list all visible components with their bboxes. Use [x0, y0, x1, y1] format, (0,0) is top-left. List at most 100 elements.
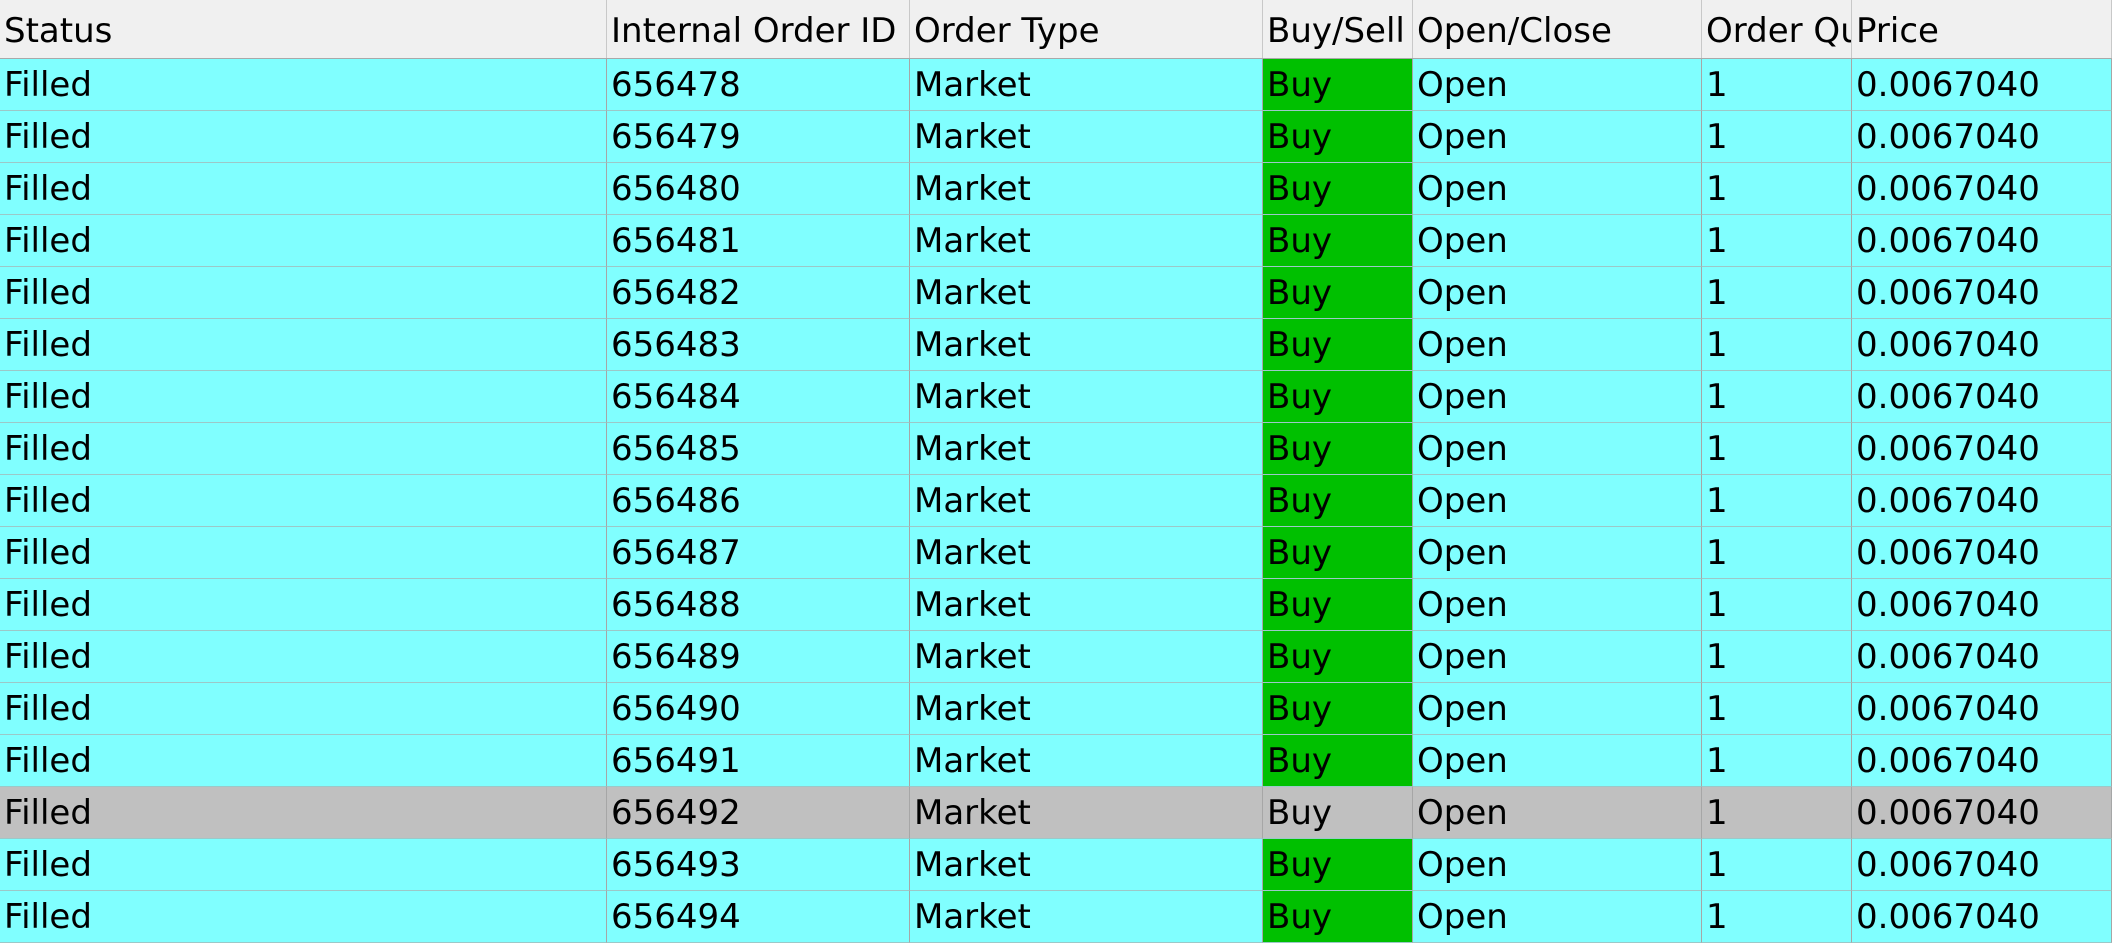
open-close-cell[interactable]: Open	[1413, 163, 1702, 215]
order-type-cell[interactable]: Market	[910, 163, 1263, 215]
price-cell[interactable]: 0.0067040	[1852, 371, 2112, 423]
price-cell[interactable]: 0.0067040	[1852, 839, 2112, 891]
status-cell[interactable]: Filled	[0, 891, 607, 943]
order-id-cell[interactable]: 656479	[607, 111, 910, 163]
order-type-cell[interactable]: Market	[910, 683, 1263, 735]
status-cell[interactable]: Filled	[0, 59, 607, 111]
order-qty-cell[interactable]: 1	[1702, 631, 1852, 683]
open-close-cell[interactable]: Open	[1413, 267, 1702, 319]
order-id-cell[interactable]: 656486	[607, 475, 910, 527]
order-id-cell[interactable]: 656489	[607, 631, 910, 683]
buy-sell-cell[interactable]: Buy	[1263, 631, 1413, 683]
buy-sell-cell[interactable]: Buy	[1263, 59, 1413, 111]
order-type-cell[interactable]: Market	[910, 475, 1263, 527]
status-cell[interactable]: Filled	[0, 683, 607, 735]
buy-sell-cell[interactable]: Buy	[1263, 371, 1413, 423]
order-type-cell[interactable]: Market	[910, 111, 1263, 163]
order-qty-cell[interactable]: 1	[1702, 787, 1852, 839]
open-close-cell[interactable]: Open	[1413, 527, 1702, 579]
order-qty-cell[interactable]: 1	[1702, 527, 1852, 579]
buy-sell-cell[interactable]: Buy	[1263, 267, 1413, 319]
table-row[interactable]: Filled 656482 Market Buy Open 1 0.0067040	[0, 267, 2112, 319]
order-id-cell[interactable]: 656482	[607, 267, 910, 319]
price-cell[interactable]: 0.0067040	[1852, 59, 2112, 111]
order-type-cell[interactable]: Market	[910, 839, 1263, 891]
open-close-cell[interactable]: Open	[1413, 111, 1702, 163]
status-cell[interactable]: Filled	[0, 319, 607, 371]
column-header-order-qty[interactable]: Order Qu	[1702, 0, 1852, 58]
order-qty-cell[interactable]: 1	[1702, 891, 1852, 943]
order-qty-cell[interactable]: 1	[1702, 163, 1852, 215]
table-row[interactable]: Filled 656478 Market Buy Open 1 0.0067040	[0, 59, 2112, 111]
open-close-cell[interactable]: Open	[1413, 423, 1702, 475]
order-type-cell[interactable]: Market	[910, 319, 1263, 371]
open-close-cell[interactable]: Open	[1413, 683, 1702, 735]
order-type-cell[interactable]: Market	[910, 891, 1263, 943]
status-cell[interactable]: Filled	[0, 163, 607, 215]
open-close-cell[interactable]: Open	[1413, 371, 1702, 423]
buy-sell-cell[interactable]: Buy	[1263, 891, 1413, 943]
order-qty-cell[interactable]: 1	[1702, 839, 1852, 891]
price-cell[interactable]: 0.0067040	[1852, 423, 2112, 475]
buy-sell-cell[interactable]: Buy	[1263, 839, 1413, 891]
order-qty-cell[interactable]: 1	[1702, 319, 1852, 371]
price-cell[interactable]: 0.0067040	[1852, 891, 2112, 943]
order-qty-cell[interactable]: 1	[1702, 267, 1852, 319]
buy-sell-cell[interactable]: Buy	[1263, 215, 1413, 267]
order-type-cell[interactable]: Market	[910, 527, 1263, 579]
table-row[interactable]: Filled 656486 Market Buy Open 1 0.0067040	[0, 475, 2112, 527]
order-type-cell[interactable]: Market	[910, 267, 1263, 319]
order-qty-cell[interactable]: 1	[1702, 683, 1852, 735]
open-close-cell[interactable]: Open	[1413, 475, 1702, 527]
column-header-price[interactable]: Price	[1852, 0, 2112, 58]
open-close-cell[interactable]: Open	[1413, 891, 1702, 943]
order-id-cell[interactable]: 656490	[607, 683, 910, 735]
price-cell[interactable]: 0.0067040	[1852, 475, 2112, 527]
column-header-status[interactable]: Status	[0, 0, 607, 58]
order-qty-cell[interactable]: 1	[1702, 579, 1852, 631]
price-cell[interactable]: 0.0067040	[1852, 267, 2112, 319]
status-cell[interactable]: Filled	[0, 111, 607, 163]
order-id-cell[interactable]: 656492	[607, 787, 910, 839]
price-cell[interactable]: 0.0067040	[1852, 631, 2112, 683]
price-cell[interactable]: 0.0067040	[1852, 163, 2112, 215]
table-row[interactable]: Filled 656491 Market Buy Open 1 0.0067040	[0, 735, 2112, 787]
open-close-cell[interactable]: Open	[1413, 839, 1702, 891]
table-row[interactable]: Filled 656484 Market Buy Open 1 0.0067040	[0, 371, 2112, 423]
table-row[interactable]: Filled 656494 Market Buy Open 1 0.0067040	[0, 891, 2112, 943]
open-close-cell[interactable]: Open	[1413, 735, 1702, 787]
open-close-cell[interactable]: Open	[1413, 215, 1702, 267]
buy-sell-cell[interactable]: Buy	[1263, 683, 1413, 735]
price-cell[interactable]: 0.0067040	[1852, 215, 2112, 267]
order-id-cell[interactable]: 656491	[607, 735, 910, 787]
buy-sell-cell[interactable]: Buy	[1263, 787, 1413, 839]
order-qty-cell[interactable]: 1	[1702, 371, 1852, 423]
order-qty-cell[interactable]: 1	[1702, 423, 1852, 475]
table-row[interactable]: Filled 656490 Market Buy Open 1 0.0067040	[0, 683, 2112, 735]
price-cell[interactable]: 0.0067040	[1852, 527, 2112, 579]
status-cell[interactable]: Filled	[0, 579, 607, 631]
buy-sell-cell[interactable]: Buy	[1263, 163, 1413, 215]
table-row[interactable]: Filled 656483 Market Buy Open 1 0.0067040	[0, 319, 2112, 371]
status-cell[interactable]: Filled	[0, 735, 607, 787]
price-cell[interactable]: 0.0067040	[1852, 787, 2112, 839]
order-id-cell[interactable]: 656484	[607, 371, 910, 423]
order-id-cell[interactable]: 656485	[607, 423, 910, 475]
order-type-cell[interactable]: Market	[910, 579, 1263, 631]
buy-sell-cell[interactable]: Buy	[1263, 735, 1413, 787]
open-close-cell[interactable]: Open	[1413, 631, 1702, 683]
status-cell[interactable]: Filled	[0, 475, 607, 527]
price-cell[interactable]: 0.0067040	[1852, 579, 2112, 631]
order-id-cell[interactable]: 656478	[607, 59, 910, 111]
status-cell[interactable]: Filled	[0, 527, 607, 579]
table-row[interactable]: Filled 656485 Market Buy Open 1 0.0067040	[0, 423, 2112, 475]
status-cell[interactable]: Filled	[0, 839, 607, 891]
buy-sell-cell[interactable]: Buy	[1263, 319, 1413, 371]
status-cell[interactable]: Filled	[0, 215, 607, 267]
table-row[interactable]: Filled 656480 Market Buy Open 1 0.0067040	[0, 163, 2112, 215]
order-id-cell[interactable]: 656493	[607, 839, 910, 891]
column-header-internal-order-id[interactable]: Internal Order ID	[607, 0, 910, 58]
table-row[interactable]: Filled 656488 Market Buy Open 1 0.0067040	[0, 579, 2112, 631]
buy-sell-cell[interactable]: Buy	[1263, 527, 1413, 579]
order-id-cell[interactable]: 656483	[607, 319, 910, 371]
